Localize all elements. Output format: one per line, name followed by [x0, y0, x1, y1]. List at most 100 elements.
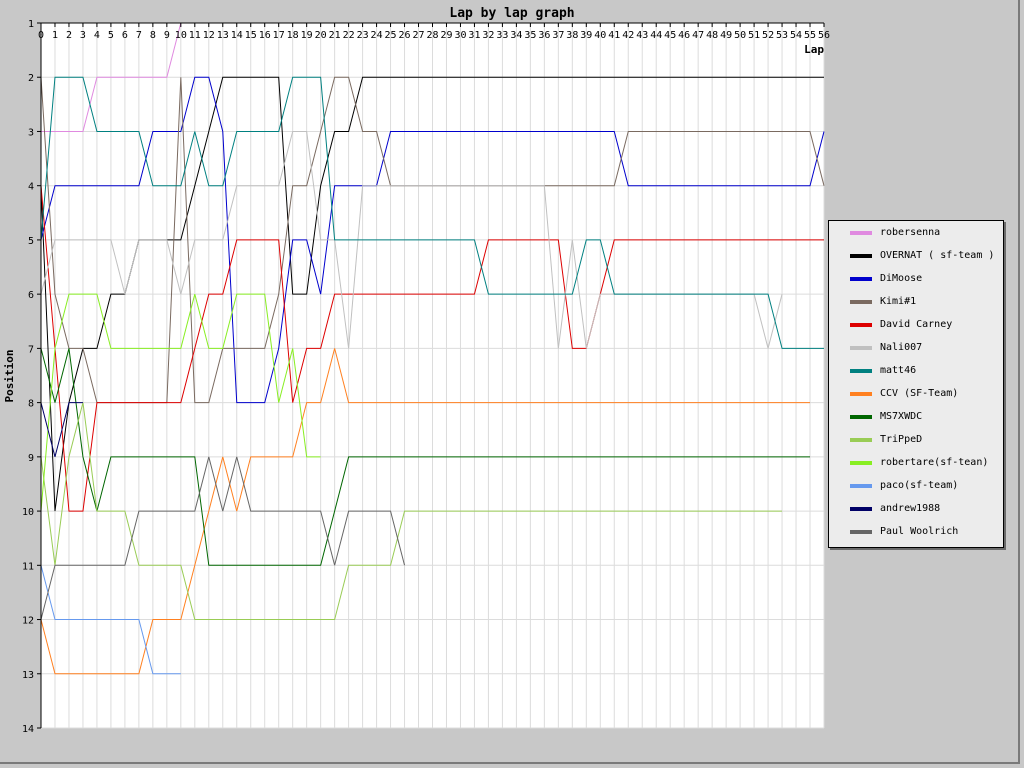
x-tick-label: 34: [510, 30, 522, 41]
legend-swatch: [850, 437, 872, 442]
x-tick-label: 47: [692, 30, 704, 41]
legend-swatch: [850, 230, 872, 235]
legend-swatch: [850, 322, 872, 327]
y-tick-label: 13: [22, 670, 34, 681]
legend-swatch: [850, 368, 872, 373]
x-tick-label: 9: [164, 30, 170, 41]
legend-label: OVERNAT ( sf-team ): [880, 250, 995, 261]
x-tick-label: 54: [790, 30, 802, 41]
x-tick-label: 23: [357, 30, 369, 41]
x-tick-label: 35: [524, 30, 536, 41]
y-tick-label: 5: [28, 236, 34, 247]
legend-swatch: [850, 345, 872, 350]
y-tick-label: 12: [22, 616, 34, 627]
legend-label: CCV (SF-Team): [880, 388, 959, 399]
y-tick-label: 6: [28, 290, 34, 301]
x-tick-label: 15: [245, 30, 257, 41]
x-tick-label: 41: [608, 30, 620, 41]
x-tick-label: 11: [189, 30, 201, 41]
y-tick-label: 3: [28, 127, 34, 138]
legend-item: DiMoose: [829, 267, 1003, 290]
x-tick-label: 10: [175, 30, 187, 41]
x-tick-label: 46: [678, 30, 690, 41]
x-tick-label: 31: [468, 30, 480, 41]
x-tick-label: 30: [454, 30, 466, 41]
x-tick-label: 56: [818, 30, 830, 41]
y-tick-label: 1: [28, 19, 34, 30]
y-tick-label: 9: [28, 453, 34, 464]
x-tick-label: 20: [315, 30, 327, 41]
x-tick-label: 4: [94, 30, 100, 41]
x-tick-label: 38: [566, 30, 578, 41]
legend-swatch: [850, 414, 872, 419]
y-tick-label: 11: [22, 561, 34, 572]
legend-item: David Carney: [829, 313, 1003, 336]
legend-item: paco(sf-team): [829, 474, 1003, 497]
chart-title: Lap by lap graph: [449, 6, 574, 21]
legend-label: andrew1988: [880, 503, 941, 514]
x-tick-label: 45: [664, 30, 676, 41]
legend-item: Paul Woolrich: [829, 520, 1003, 543]
x-tick-label: 22: [343, 30, 355, 41]
x-tick-label: 36: [538, 30, 550, 41]
x-tick-label: 16: [259, 30, 271, 41]
x-tick-label: 17: [273, 30, 285, 41]
legend-swatch: [850, 460, 872, 465]
legend-item: OVERNAT ( sf-team ): [829, 244, 1003, 267]
legend-label: David Carney: [880, 319, 953, 330]
x-tick-label: 2: [66, 30, 72, 41]
y-tick-label: 14: [22, 724, 34, 735]
x-tick-label: 3: [80, 30, 86, 41]
legend-swatch: [850, 483, 872, 488]
legend-item: CCV (SF-Team): [829, 382, 1003, 405]
legend-swatch: [850, 391, 872, 396]
x-tick-label: 7: [136, 30, 142, 41]
legend-label: Nali007: [880, 342, 923, 353]
x-tick-label: 18: [287, 30, 299, 41]
x-tick-label: 25: [385, 30, 397, 41]
legend-item: MS7XWDC: [829, 405, 1003, 428]
legend-item: Nali007: [829, 336, 1003, 359]
x-tick-label: 26: [399, 30, 411, 41]
x-tick-label: 6: [122, 30, 128, 41]
x-tick-label: 49: [720, 30, 732, 41]
x-tick-label: 52: [762, 30, 774, 41]
x-tick-label: 14: [231, 30, 243, 41]
x-tick-label: 28: [426, 30, 438, 41]
x-axis-label: Lap: [804, 43, 824, 56]
x-tick-label: 40: [594, 30, 606, 41]
legend-item: Kimi#1: [829, 290, 1003, 313]
legend-item: robertare(sf-tean): [829, 451, 1003, 474]
legend-swatch: [850, 506, 872, 511]
x-tick-label: 5: [108, 30, 114, 41]
legend-item: andrew1988: [829, 497, 1003, 520]
x-tick-label: 24: [371, 30, 383, 41]
y-tick-label: 10: [22, 507, 34, 518]
legend-label: MS7XWDC: [880, 411, 923, 422]
x-tick-label: 0: [38, 30, 44, 41]
x-tick-label: 51: [748, 30, 760, 41]
y-tick-label: 2: [28, 73, 34, 84]
x-tick-label: 12: [203, 30, 215, 41]
x-tick-label: 42: [622, 30, 634, 41]
x-tick-label: 37: [552, 30, 564, 41]
legend-label: robertare(sf-tean): [880, 457, 989, 468]
chart-legend: robersenna OVERNAT ( sf-team ) DiMoose Kimi…: [828, 220, 1004, 548]
legend-item: TriPpeD: [829, 428, 1003, 451]
x-tick-label: 8: [150, 30, 156, 41]
x-tick-label: 39: [580, 30, 592, 41]
x-tick-label: 13: [217, 30, 229, 41]
x-tick-label: 43: [636, 30, 648, 41]
legend-item: robersenna: [829, 221, 1003, 244]
x-tick-label: 50: [734, 30, 746, 41]
legend-label: DiMoose: [880, 273, 923, 284]
x-tick-label: 53: [776, 30, 788, 41]
legend-label: Kimi#1: [880, 296, 917, 307]
legend-label: robersenna: [880, 227, 941, 238]
x-tick-label: 27: [412, 30, 424, 41]
legend-label: Paul Woolrich: [880, 526, 959, 537]
legend-swatch: [850, 299, 872, 304]
x-tick-label: 44: [650, 30, 662, 41]
y-tick-label: 7: [28, 344, 34, 355]
legend-label: TriPpeD: [880, 434, 923, 445]
